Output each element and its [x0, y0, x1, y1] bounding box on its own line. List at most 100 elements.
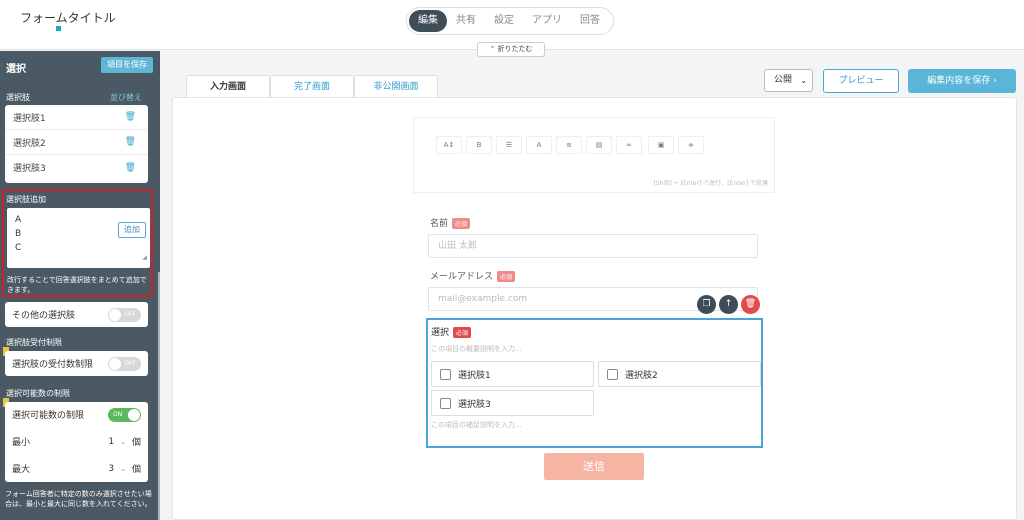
nav-share[interactable]: 共有 [447, 10, 485, 32]
chevron-down-icon: ⌄ [120, 464, 126, 473]
rich-text-editor[interactable]: A↕ B ☰ A ≡ ▤ ∞ ▣ ≑ [Shift] + [Enter] で改行… [413, 117, 775, 193]
chevron-up-icon: ⌃ [489, 45, 496, 53]
count-section-label: 選択可能数の制限 [6, 389, 70, 398]
select-footer-note[interactable]: この項目の補足説明を入力... [431, 420, 522, 430]
trash-icon[interactable]: 🗑 [125, 163, 136, 173]
title-indicator [56, 26, 61, 31]
option-item[interactable]: 選択肢1 [431, 361, 594, 387]
table-icon[interactable]: ▤ [586, 136, 612, 154]
checkbox-icon[interactable] [440, 368, 451, 380]
limit-section-label: 選択肢受付制限 [6, 338, 62, 347]
name-input[interactable]: 山田 太郎 [428, 234, 758, 258]
select-label: 選択 [431, 328, 450, 338]
add-choice-textarea[interactable]: A B C 追加 ◢ [7, 208, 150, 268]
checkbox-icon[interactable] [607, 368, 618, 380]
name-label: 名前 [430, 219, 449, 229]
trash-icon[interactable]: 🗑 [125, 137, 136, 147]
sidebar-scrollbar[interactable] [158, 272, 160, 520]
tab-input[interactable]: 入力画面 [186, 75, 270, 99]
option-item[interactable]: 選択肢2 [598, 361, 761, 387]
add-choice-button[interactable]: 追加 [118, 222, 146, 238]
list-icon[interactable]: ☰ [496, 136, 522, 154]
required-badge: 必須 [452, 218, 471, 229]
choices-label: 選択肢 [6, 93, 30, 102]
image-icon[interactable]: ▣ [648, 136, 674, 154]
bold-icon[interactable]: B [466, 136, 492, 154]
choice-item[interactable]: 選択肢3 🗑 [5, 155, 148, 180]
min-unit: 個 [131, 438, 141, 448]
add-choice-section: 選択肢追加 A B C 追加 ◢ 改行することで回答選択肢をまとめて追加できます… [2, 189, 153, 297]
required-badge: 必須 [453, 327, 472, 338]
count-card: 選択可能数の制限 ON 最小 1 ⌄ 個 最大 3 ⌄ 個 [5, 402, 148, 482]
link-icon[interactable]: ∞ [616, 136, 642, 154]
option-label: 選択肢2 [625, 370, 658, 381]
choice-item[interactable]: 選択肢1 🗑 [5, 105, 148, 130]
option-label: 選択肢3 [458, 399, 491, 410]
select-description[interactable]: この項目の概要説明を入力... [431, 344, 522, 354]
min-value: 1 [108, 436, 115, 447]
publish-select[interactable]: 公開 ⌄ [764, 69, 813, 92]
copy-icon[interactable]: ❐ [697, 295, 716, 314]
limit-card: 選択肢の受付数制限 OFF [5, 351, 148, 376]
email-field-label: メールアドレス 必須 [430, 269, 516, 282]
nav-edit[interactable]: 編集 [409, 10, 447, 32]
min-select[interactable]: 1 ⌄ 個 [108, 435, 141, 449]
choice-label: 選択肢3 [13, 164, 46, 174]
count-toggle[interactable]: ON [108, 407, 141, 422]
other-choice-card: その他の選択肢 OFF [5, 302, 148, 327]
choice-list: 選択肢1 🗑 選択肢2 🗑 選択肢3 🗑 [5, 105, 148, 183]
count-label: 選択可能数の制限 [12, 411, 85, 421]
sidebar-title: 選択 [6, 64, 26, 75]
collapse-button[interactable]: ⌃ 折りたたむ [477, 42, 545, 57]
main-nav: 編集 共有 設定 アプリ 回答 [406, 7, 614, 35]
chevron-right-icon: › [993, 76, 997, 86]
chevron-down-icon: ⌄ [800, 76, 807, 85]
sidebar-footer-note: フォーム回答者に特定の数のみ選択させたい場合は、最小と最大に同じ数を入れてくださ… [5, 490, 152, 508]
trash-icon[interactable]: 🗑 [125, 112, 136, 122]
submit-button[interactable]: 送信 [544, 453, 644, 480]
name-field-label: 名前 必須 [430, 216, 471, 229]
nav-settings[interactable]: 設定 [485, 10, 523, 32]
limit-toggle[interactable]: OFF [108, 356, 141, 371]
limit-label: 選択肢の受付数制限 [12, 360, 94, 370]
add-choice-label: 選択肢追加 [6, 195, 46, 204]
max-unit: 個 [131, 465, 141, 475]
save-changes-button[interactable]: 編集内容を保存 › [908, 69, 1016, 93]
save-changes-label: 編集内容を保存 [927, 76, 991, 86]
add-choice-help: 改行することで回答選択肢をまとめて追加できます。 [7, 276, 147, 294]
divider-icon[interactable]: ≑ [678, 136, 704, 154]
checkbox-icon[interactable] [440, 397, 451, 409]
move-up-icon[interactable]: ↑ [719, 295, 738, 314]
nav-responses[interactable]: 回答 [571, 10, 609, 32]
other-choice-toggle[interactable]: OFF [108, 307, 141, 322]
email-label: メールアドレス [430, 272, 494, 282]
delete-icon[interactable]: 🗑 [741, 295, 760, 314]
choice-label: 選択肢1 [13, 113, 46, 124]
align-icon[interactable]: ≡ [556, 136, 582, 154]
font-size-icon[interactable]: A↕ [436, 136, 462, 154]
choice-item[interactable]: 選択肢2 🗑 [5, 130, 148, 155]
form-title[interactable]: フォームタイトル [20, 9, 116, 26]
editor-hint: [Shift] + [Enter] で改行、[Enter] で段落 [653, 180, 768, 187]
other-choice-label: その他の選択肢 [12, 311, 76, 321]
collapse-label: 折りたたむ [497, 45, 533, 53]
max-value: 3 [108, 463, 115, 474]
tab-complete[interactable]: 完了画面 [270, 75, 354, 98]
sort-link[interactable]: 並び替え [110, 92, 142, 103]
chevron-down-icon: ⌄ [120, 437, 126, 446]
settings-sidebar: 選択 項目を保存 選択肢 並び替え 選択肢1 🗑 選択肢2 🗑 選択肢3 🗑 選… [0, 51, 160, 520]
tab-private[interactable]: 非公開画面 [354, 75, 438, 98]
choice-label: 選択肢2 [13, 138, 46, 149]
text-color-icon[interactable]: A [526, 136, 552, 154]
nav-apps[interactable]: アプリ [523, 10, 571, 32]
save-item-button[interactable]: 項目を保存 [101, 57, 153, 73]
option-item[interactable]: 選択肢3 [431, 390, 594, 416]
option-label: 選択肢1 [458, 370, 491, 381]
max-select[interactable]: 3 ⌄ 個 [108, 462, 141, 476]
min-label: 最小 [12, 438, 31, 448]
preview-button[interactable]: プレビュー [823, 69, 899, 93]
required-badge: 必須 [497, 271, 516, 282]
max-label: 最大 [12, 465, 31, 475]
resize-handle-icon[interactable]: ◢ [142, 251, 147, 265]
select-field-block[interactable]: 選択 必須 この項目の概要説明を入力... 選択肢1 選択肢2 選択肢3 この項目… [426, 318, 763, 448]
